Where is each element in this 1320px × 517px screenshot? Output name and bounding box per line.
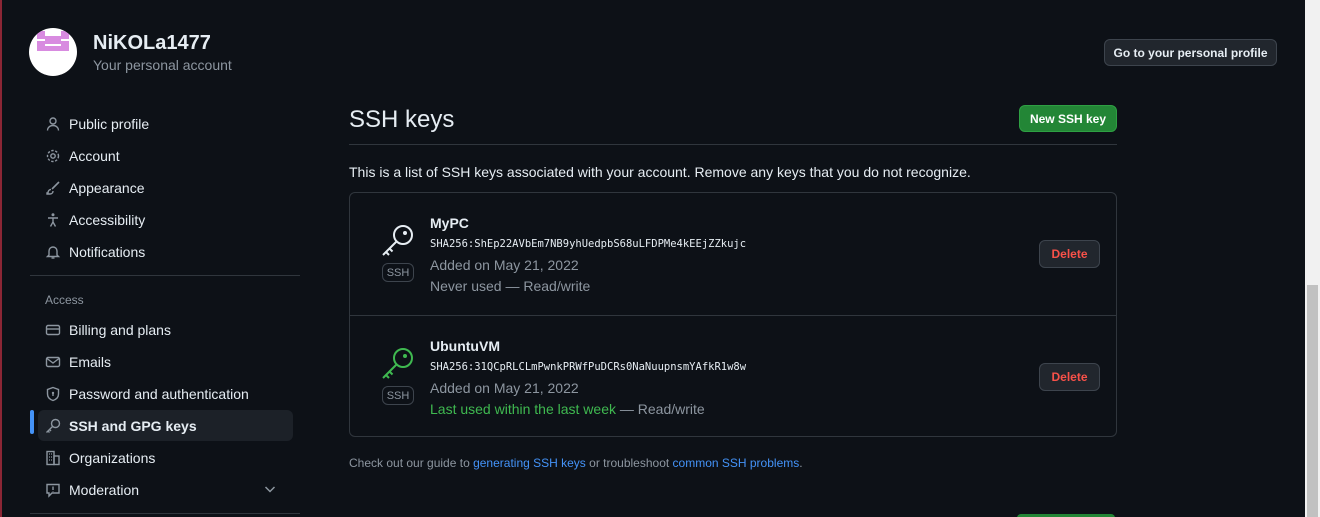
sidebar-item-label: Password and authentication xyxy=(69,385,249,402)
help-text: . xyxy=(799,456,803,470)
title-divider xyxy=(349,144,1117,145)
key-icon xyxy=(45,418,61,434)
key-added-date: Added on May 21, 2022 xyxy=(430,380,579,396)
key-fingerprint: SHA256:31QCpRLCLmPwnkPRWfPuDCRs0NaNuupns… xyxy=(430,361,747,373)
accessibility-icon xyxy=(45,212,61,228)
sidebar-item-label: Notifications xyxy=(69,243,146,260)
person-icon xyxy=(45,116,61,132)
ssh-badge: SSH xyxy=(382,263,414,282)
ssh-key-row: SSH UbuntuVM SHA256:31QCpRLCLmPwnkPRWfPu… xyxy=(350,315,1116,437)
generating-ssh-keys-link[interactable]: generating SSH keys xyxy=(473,456,586,470)
sidebar-item-label: Public profile xyxy=(69,115,150,132)
gear-icon xyxy=(45,148,61,164)
sidebar-item-password[interactable]: Password and authentication xyxy=(38,378,293,409)
credit-card-icon xyxy=(45,322,61,338)
common-ssh-problems-link[interactable]: common SSH problems xyxy=(673,456,800,470)
sidebar-item-emails[interactable]: Emails xyxy=(38,346,293,377)
key-icon xyxy=(380,346,416,382)
key-usage: Never used — Read/write xyxy=(430,278,591,294)
organization-icon xyxy=(45,450,61,466)
avatar[interactable] xyxy=(29,28,77,76)
sidebar-item-ssh-gpg-keys[interactable]: SSH and GPG keys xyxy=(38,410,293,441)
help-text: Check out our guide to xyxy=(349,456,474,470)
shield-lock-icon xyxy=(45,386,61,402)
sidebar-item-label: SSH and GPG keys xyxy=(69,417,197,434)
delete-key-button[interactable]: Delete xyxy=(1039,363,1100,391)
key-usage: Last used within the last week — Read/wr… xyxy=(430,401,705,417)
window-edge xyxy=(0,0,2,517)
active-indicator xyxy=(30,410,34,434)
scrollbar[interactable] xyxy=(1305,0,1320,517)
sidebar-item-label: Billing and plans xyxy=(69,321,171,338)
sidebar-item-label: Emails xyxy=(69,353,112,370)
sidebar-divider xyxy=(30,275,300,276)
last-used-status: Last used within the last week xyxy=(430,401,616,417)
user-name[interactable]: NiKOLa1477 xyxy=(93,32,211,55)
sidebar-item-notifications[interactable]: Notifications xyxy=(38,236,293,267)
sidebar-divider xyxy=(30,513,300,514)
ssh-key-row: SSH MyPC SHA256:ShEp22AVbEm7NB9yhUedpbS6… xyxy=(350,193,1116,315)
key-icon xyxy=(380,223,416,259)
key-title: UbuntuVM xyxy=(430,338,500,354)
sidebar-item-moderation[interactable]: Moderation xyxy=(38,474,293,505)
scrollbar-thumb[interactable] xyxy=(1307,285,1318,517)
sidebar-item-account[interactable]: Account xyxy=(38,140,293,171)
access-level: — Read/write xyxy=(616,401,705,417)
sidebar-item-label: Appearance xyxy=(69,179,145,196)
intro-text: This is a list of SSH keys associated wi… xyxy=(349,164,971,180)
bell-icon xyxy=(45,244,61,260)
account-type-label: Your personal account xyxy=(93,57,232,73)
sidebar-item-appearance[interactable]: Appearance xyxy=(38,172,293,203)
paintbrush-icon xyxy=(45,180,61,196)
new-ssh-key-button[interactable]: New SSH key xyxy=(1019,105,1117,132)
mail-icon xyxy=(45,354,61,370)
key-fingerprint: SHA256:ShEp22AVbEm7NB9yhUedpbS68uLFDPMe4… xyxy=(430,238,747,250)
ssh-keys-list: SSH MyPC SHA256:ShEp22AVbEm7NB9yhUedpbS6… xyxy=(349,192,1117,437)
ssh-help-note: Check out our guide to generating SSH ke… xyxy=(349,456,803,470)
sidebar-item-label: Organizations xyxy=(69,449,156,466)
report-icon xyxy=(45,482,61,498)
key-title: MyPC xyxy=(430,215,469,231)
page-title: SSH keys xyxy=(349,106,455,133)
sidebar-item-accessibility[interactable]: Accessibility xyxy=(38,204,293,235)
sidebar-item-organizations[interactable]: Organizations xyxy=(38,442,293,473)
go-to-profile-button[interactable]: Go to your personal profile xyxy=(1104,39,1277,66)
key-added-date: Added on May 21, 2022 xyxy=(430,257,579,273)
sidebar-item-label: Moderation xyxy=(69,481,140,498)
ssh-badge: SSH xyxy=(382,386,414,405)
sidebar-section-access: Access xyxy=(45,293,84,307)
sidebar-item-label: Account xyxy=(69,147,120,164)
help-text: or troubleshoot xyxy=(585,456,673,470)
sidebar-item-label: Accessibility xyxy=(69,211,146,228)
delete-key-button[interactable]: Delete xyxy=(1039,240,1100,268)
sidebar-item-billing[interactable]: Billing and plans xyxy=(38,314,293,345)
sidebar-item-public-profile[interactable]: Public profile xyxy=(38,108,293,139)
chevron-down-icon[interactable] xyxy=(263,482,277,496)
